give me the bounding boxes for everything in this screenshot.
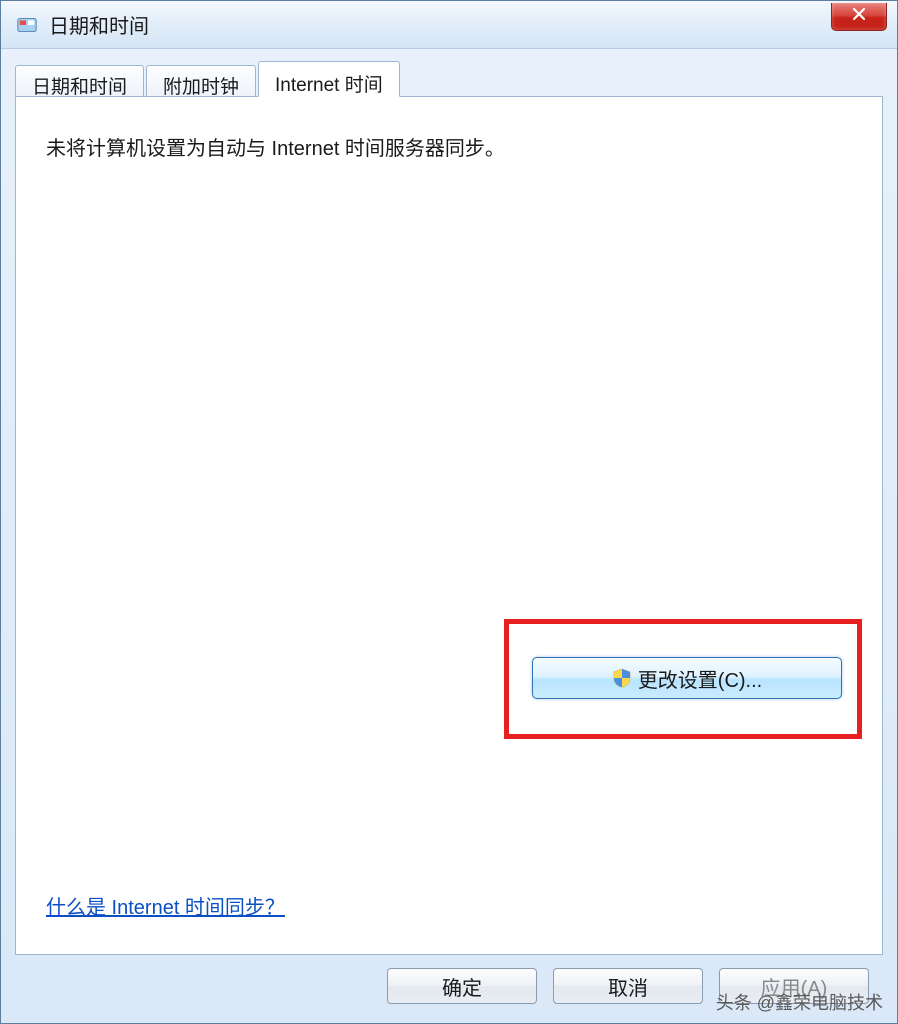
clock-icon: [15, 13, 39, 37]
apply-button[interactable]: 应用(A): [719, 968, 869, 1004]
tab-additional-clocks[interactable]: 附加时钟: [146, 65, 256, 97]
content-area: 日期和时间 附加时钟 Internet 时间 未将计算机设置为自动与 Inter…: [1, 49, 897, 1023]
change-settings-label: 更改设置(C)...: [638, 664, 762, 693]
cancel-button[interactable]: 取消: [553, 968, 703, 1004]
dialog-window: 日期和时间 日期和时间 附加时钟 Internet 时间 未将计算机设置为自动与…: [0, 0, 898, 1024]
close-button[interactable]: [831, 3, 887, 31]
close-icon: [851, 6, 867, 27]
titlebar: 日期和时间: [1, 1, 897, 49]
tab-panel-internet-time: 未将计算机设置为自动与 Internet 时间服务器同步。 更改设置(C)...…: [15, 96, 883, 955]
sync-status-text: 未将计算机设置为自动与 Internet 时间服务器同步。: [46, 133, 852, 165]
ok-button[interactable]: 确定: [387, 968, 537, 1004]
window-title: 日期和时间: [49, 10, 149, 39]
tab-row: 日期和时间 附加时钟 Internet 时间: [15, 61, 883, 97]
dialog-button-row: 确定 取消 应用(A): [15, 955, 883, 1009]
tab-date-time[interactable]: 日期和时间: [15, 65, 144, 97]
change-settings-button[interactable]: 更改设置(C)...: [532, 657, 842, 699]
help-link-internet-time[interactable]: 什么是 Internet 时间同步？: [46, 891, 285, 920]
tab-internet-time[interactable]: Internet 时间: [258, 61, 400, 97]
uac-shield-icon: [612, 668, 632, 688]
